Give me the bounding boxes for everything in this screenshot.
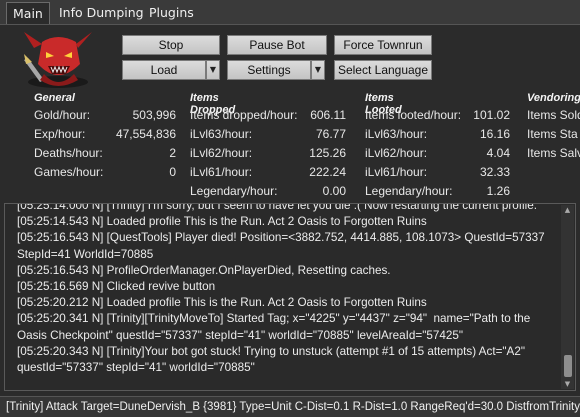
log-line: [05:25:14.000 N] [Trinity] I'm sorry, bu… [17, 203, 537, 212]
scroll-down-icon[interactable]: ▼ [561, 379, 574, 389]
stat-value: 32.33 [479, 165, 510, 179]
stat-label: Games/hour: [34, 165, 104, 179]
scrollbar-thumb[interactable] [564, 355, 572, 377]
pause-bot-button[interactable]: Pause Bot [227, 35, 327, 55]
log-text: [05:25:14.000 N] [Trinity] I'm sorry, bu… [17, 203, 557, 376]
stat-value: 606.11 [310, 108, 346, 122]
log-line: [05:25:20.212 N] Loaded profile This is … [17, 296, 427, 310]
stat-value: 0.00 [322, 184, 346, 198]
stat-value: 16.16 [479, 127, 510, 141]
stat-value: 125.26 [309, 146, 346, 160]
vendoring-column: Vendoring Items Sold Items Sta Items Sal… [527, 0, 580, 200]
stat-value: 2 [169, 146, 176, 160]
stat-value: 1.26 [486, 184, 510, 198]
stat-value: 101.02 [473, 108, 510, 122]
log-line: [05:25:14.543 N] Loaded profile This is … [17, 215, 427, 229]
log-line: [05:25:16.543 N] ProfileOrderManager.OnP… [17, 263, 391, 277]
select-language-button[interactable]: Select Language [334, 60, 432, 80]
stat-value: 503,996 [132, 108, 176, 122]
stat-value: 222.24 [309, 165, 346, 179]
stat-label: iLvl61/hour: [190, 165, 253, 179]
tab-info-dumping[interactable]: Info Dumping [53, 2, 150, 24]
general-header: General [34, 92, 75, 104]
scroll-up-icon[interactable]: ▲ [561, 205, 574, 215]
force-townrun-button[interactable]: Force Townrun [334, 35, 432, 55]
stat-label: iLvl63/hour: [365, 127, 428, 141]
stat-label: Items Sold [527, 108, 580, 122]
tab-plugins[interactable]: Plugins [143, 2, 200, 24]
log-line: [05:25:20.341 N] [Trinity][TrinityMoveTo… [17, 312, 534, 342]
stat-value: 76.77 [315, 127, 346, 141]
stat-label: iLvl62/hour: [365, 146, 428, 160]
settings-button[interactable]: Settings [227, 60, 311, 80]
stat-label: iLvl62/hour: [190, 146, 253, 160]
status-bar: [Trinity] Attack Target=DuneDervish_B {3… [0, 396, 580, 417]
log-line: [05:25:16.543 N] [QuestTools] Player die… [17, 231, 548, 261]
stat-value: 4.04 [486, 146, 510, 160]
settings-dropdown-chevron-down-icon[interactable]: ▼ [311, 60, 325, 80]
tab-bar: Main Info Dumping Plugins [0, 0, 580, 25]
log-line: [05:25:16.569 N] Clicked revive button [17, 280, 216, 294]
stat-label: Legendary/hour: [365, 184, 453, 198]
stat-value: 0 [169, 165, 176, 179]
stat-label: Deaths/hour: [34, 146, 103, 160]
load-button[interactable]: Load [122, 60, 206, 80]
stat-label: Exp/hour: [34, 127, 86, 141]
stat-label: Items looted/hour: [365, 108, 462, 122]
log-line: [05:25:20.343 N] [Trinity]Your bot got s… [17, 344, 529, 375]
stat-value: 47,554,836 [115, 127, 176, 141]
vendoring-header: Vendoring [527, 92, 580, 104]
stat-label: Items Salv [527, 146, 580, 160]
stat-label: Items Sta [527, 127, 578, 141]
stat-label: iLvl63/hour: [190, 127, 253, 141]
load-dropdown-chevron-down-icon[interactable]: ▼ [206, 60, 220, 80]
tab-main[interactable]: Main [6, 2, 50, 24]
stat-label: Legendary/hour: [190, 184, 278, 198]
log-scrollbar[interactable]: ▲ ▼ [561, 205, 574, 389]
stop-button[interactable]: Stop [122, 35, 220, 55]
diablo-demon-logo [24, 32, 92, 88]
log-panel[interactable]: [05:25:14.000 N] [Trinity] I'm sorry, bu… [4, 203, 576, 391]
stat-label: Gold/hour: [34, 108, 91, 122]
stat-label: iLvl61/hour: [365, 165, 428, 179]
